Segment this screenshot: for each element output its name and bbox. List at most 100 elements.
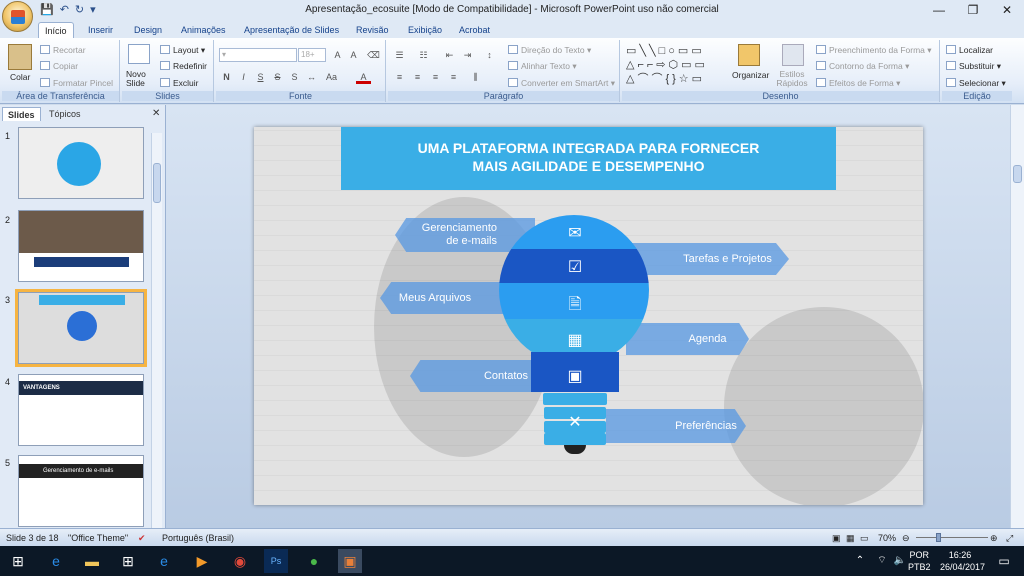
notifications-icon[interactable]: ▭	[992, 549, 1016, 573]
shape-effects-button[interactable]: Efeitos de Forma ▾	[816, 78, 900, 89]
view-slideshow-icon[interactable]: ▭	[860, 533, 869, 544]
file-explorer-icon[interactable]: ▬	[80, 549, 104, 573]
close-panel-icon[interactable]: ✕	[152, 108, 160, 119]
fit-window-icon[interactable]: ⤢	[1006, 533, 1013, 544]
spacing-icon[interactable]: ↔	[304, 70, 319, 84]
justify-icon[interactable]: ≡	[446, 70, 461, 84]
slide-counter: Slide 3 de 18	[6, 533, 59, 543]
case-icon[interactable]: Aa	[324, 70, 339, 84]
slide-canvas[interactable]: UMA PLATAFORMA INTEGRADA PARA FORNECER M…	[254, 127, 923, 505]
tray-arrow-icon[interactable]: ⌃	[848, 549, 872, 573]
paste-button[interactable]: Colar	[10, 72, 30, 82]
brush-icon	[40, 78, 50, 87]
clear-format-icon[interactable]: ⌫	[366, 48, 381, 62]
reset-button[interactable]: Redefinir	[160, 61, 207, 71]
smartart-button[interactable]: Converter em SmartArt ▾	[508, 78, 615, 89]
shadow-icon[interactable]: S	[287, 70, 302, 84]
view-sorter-icon[interactable]: ▦	[846, 533, 855, 544]
zoom-slider[interactable]	[916, 537, 988, 538]
app-green-icon[interactable]: ●	[302, 549, 326, 573]
restore-button[interactable]: ❐	[956, 0, 990, 20]
panel-scrollbar[interactable]	[151, 133, 162, 528]
font-name-combo[interactable]: ▾	[219, 48, 297, 62]
tab-exibicao[interactable]: Exibição	[402, 22, 448, 38]
view-normal-icon[interactable]: ▣	[832, 533, 841, 544]
zoom-level[interactable]: 70%	[878, 533, 896, 543]
format-painter-button[interactable]: Formatar Pincel	[40, 78, 113, 88]
language-tray[interactable]: POR PTB2	[908, 549, 931, 573]
zoom-in-icon[interactable]: ⊕	[990, 533, 998, 544]
ie-icon[interactable]: e	[152, 549, 176, 573]
close-button[interactable]: ✕	[990, 0, 1024, 20]
align-center-icon[interactable]: ≡	[410, 70, 425, 84]
font-size-combo[interactable]: 18+	[298, 48, 326, 62]
label-prefs[interactable]: Preferências	[606, 409, 746, 443]
text-direction-button[interactable]: Direção do Texto ▾	[508, 45, 591, 56]
find-button[interactable]: Localizar	[946, 45, 993, 55]
editor-scrollbar[interactable]	[1010, 105, 1024, 528]
slide-thumbnail-1[interactable]	[18, 127, 144, 199]
bold-icon[interactable]: N	[219, 70, 234, 84]
photoshop-icon[interactable]: Ps	[264, 549, 288, 573]
tab-design[interactable]: Design	[128, 22, 168, 38]
strike-icon[interactable]: S	[270, 70, 285, 84]
new-slide-button[interactable]: Novo Slide	[126, 70, 158, 88]
grow-font-icon[interactable]: A	[330, 48, 345, 62]
cut-button[interactable]: Recortar	[40, 45, 86, 55]
slide-title[interactable]: UMA PLATAFORMA INTEGRADA PARA FORNECER M…	[341, 127, 836, 190]
slide-thumbnail-2[interactable]	[18, 210, 144, 282]
store-icon[interactable]: ⊞	[116, 549, 140, 573]
tab-inicio[interactable]: Início	[38, 22, 74, 38]
edge-icon[interactable]: e	[44, 549, 68, 573]
chrome-icon[interactable]: ◉	[228, 549, 252, 573]
columns-icon[interactable]: ⫼	[468, 70, 483, 84]
layout-button[interactable]: Layout ▾	[160, 45, 205, 56]
tab-acrobat[interactable]: Acrobat	[453, 22, 496, 38]
clock[interactable]: 16:26 26/04/2017	[940, 549, 985, 573]
slide-thumbnail-5[interactable]: Gerenciamento de e-mails	[18, 455, 144, 527]
label-tasks[interactable]: Tarefas e Projetos	[626, 243, 789, 275]
spellcheck-icon[interactable]: ✔	[138, 533, 146, 544]
replace-button[interactable]: Substituir ▾	[946, 61, 1001, 72]
italic-icon[interactable]: I	[236, 70, 251, 84]
numbering-icon[interactable]: ☷	[416, 48, 431, 62]
tab-animacoes[interactable]: Animações	[175, 22, 232, 38]
align-text-button[interactable]: Alinhar Texto ▾	[508, 61, 577, 72]
align-left-icon[interactable]: ≡	[392, 70, 407, 84]
copy-button[interactable]: Copiar	[40, 61, 78, 71]
delete-button[interactable]: Excluir	[160, 78, 199, 88]
tab-revisao[interactable]: Revisão	[350, 22, 395, 38]
language-indicator[interactable]: Português (Brasil)	[162, 533, 234, 543]
media-icon[interactable]: ▶	[190, 549, 214, 573]
slide-thumbnail-3[interactable]	[15, 289, 147, 367]
shape-fill-button[interactable]: Preenchimento da Forma ▾	[816, 45, 932, 56]
tab-outline-panel[interactable]: Tópicos	[44, 107, 86, 121]
tab-slides-panel[interactable]: Slides	[2, 107, 41, 121]
shape-outline-button[interactable]: Contorno da Forma ▾	[816, 61, 909, 72]
minimize-button[interactable]: —	[922, 0, 956, 20]
select-button[interactable]: Selecionar ▾	[946, 78, 1006, 89]
scroll-thumb[interactable]	[153, 163, 161, 203]
font-color-icon[interactable]: A	[356, 70, 371, 84]
increase-indent-icon[interactable]: ⇥	[460, 48, 475, 62]
zoom-out-icon[interactable]: ⊖	[902, 533, 910, 544]
line-spacing-icon[interactable]: ↕	[482, 48, 497, 62]
replace-label: Substituir	[959, 61, 995, 71]
underline-icon[interactable]: S	[253, 70, 268, 84]
arrange-button[interactable]: Organizar	[732, 70, 769, 80]
quick-styles-button[interactable]: Estilos Rápidos	[774, 70, 810, 88]
powerpoint-icon[interactable]: ▣	[338, 549, 362, 573]
scroll-thumb[interactable]	[1013, 165, 1022, 183]
copy-icon	[40, 61, 50, 70]
tab-inserir[interactable]: Inserir	[82, 22, 119, 38]
office-button[interactable]	[2, 1, 33, 32]
decrease-indent-icon[interactable]: ⇤	[442, 48, 457, 62]
shrink-font-icon[interactable]: A	[346, 48, 361, 62]
align-right-icon[interactable]: ≡	[428, 70, 443, 84]
slide-thumbnail-4[interactable]: VANTAGENS	[18, 374, 144, 446]
zoom-slider-thumb[interactable]	[936, 533, 941, 542]
tab-apresentacao[interactable]: Apresentação de Slides	[238, 22, 345, 38]
start-icon[interactable]: ⊞	[6, 549, 30, 573]
bullets-icon[interactable]: ☰	[392, 48, 407, 62]
shapes-gallery[interactable]: ▭╲╲□○▭▭ △⌐⌐⇨⬡▭▭ △⌒⌒{}☆▭	[626, 44, 722, 86]
